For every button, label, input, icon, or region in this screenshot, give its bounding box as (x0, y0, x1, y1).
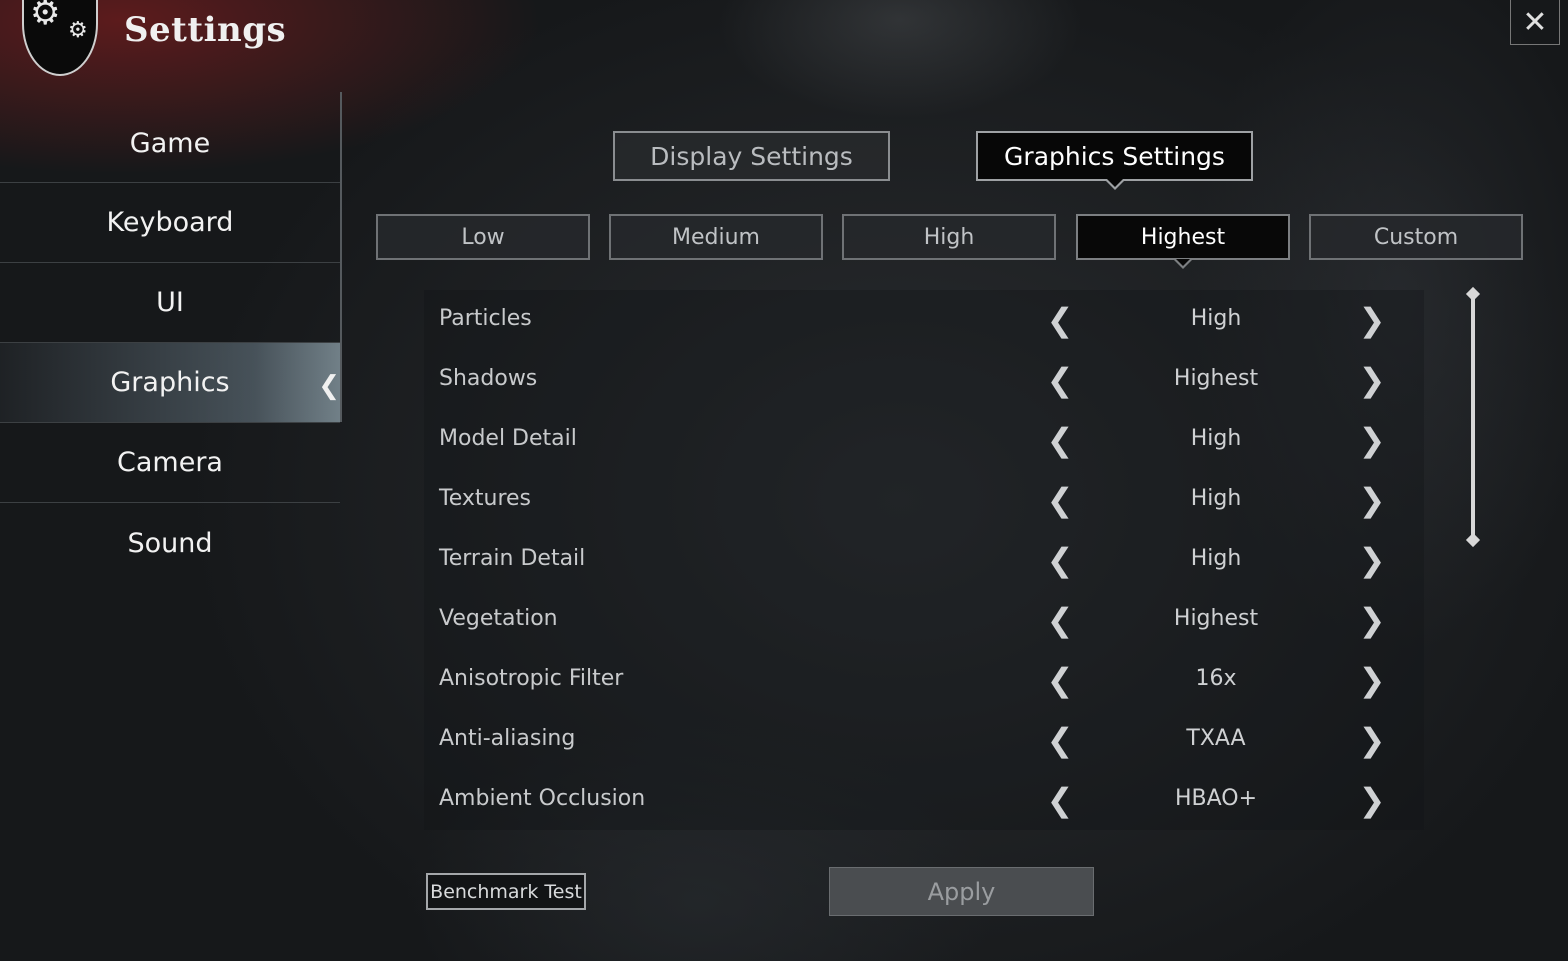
chevron-left-icon[interactable]: ❮ (1040, 600, 1080, 640)
setting-value: Highest (1173, 366, 1259, 391)
setting-row-anti-aliasing: Anti-aliasing ❮ TXAA ❯ (424, 710, 1424, 770)
setting-value: HBAO+ (1174, 786, 1258, 811)
setting-row-particles: Particles ❮ High ❯ (424, 290, 1424, 350)
chevron-right-icon[interactable]: ❯ (1352, 780, 1392, 820)
preset-low[interactable]: Low (376, 214, 590, 260)
setting-label: Textures (439, 486, 531, 511)
tab-graphics-settings[interactable]: Graphics Settings (976, 131, 1253, 190)
setting-value: 16x (1195, 666, 1237, 691)
sidebar: Game Keyboard UI Graphics ❮ Camera Sound (0, 105, 340, 583)
sidebar-item-game[interactable]: Game (0, 105, 340, 183)
gear-icon: ⚙ (30, 0, 61, 33)
sidebar-divider (340, 92, 342, 422)
setting-row-model-detail: Model Detail ❮ High ❯ (424, 410, 1424, 470)
button-label: Benchmark Test (430, 880, 582, 903)
setting-row-anisotropic-filter: Anisotropic Filter ❮ 16x ❯ (424, 650, 1424, 710)
setting-label: Terrain Detail (439, 546, 586, 571)
chevron-right-icon[interactable]: ❯ (1352, 480, 1392, 520)
close-icon: ✕ (1522, 4, 1548, 40)
setting-label: Anti-aliasing (439, 726, 576, 751)
setting-value: TXAA (1186, 726, 1246, 751)
chevron-left-icon[interactable]: ❮ (1040, 480, 1080, 520)
tab-display-settings[interactable]: Display Settings (613, 131, 890, 181)
setting-label: Shadows (439, 366, 538, 391)
setting-row-textures: Textures ❮ High ❯ (424, 470, 1424, 530)
chevron-left-icon[interactable]: ❮ (1040, 540, 1080, 580)
sidebar-item-graphics[interactable]: Graphics ❮ (0, 343, 340, 423)
preset-custom[interactable]: Custom (1309, 214, 1523, 260)
setting-label: Anisotropic Filter (439, 666, 624, 691)
chevron-right-icon[interactable]: ❯ (1352, 720, 1392, 760)
setting-label: Model Detail (439, 426, 577, 451)
chevron-right-icon[interactable]: ❯ (1352, 420, 1392, 460)
sidebar-item-label: Graphics (110, 367, 230, 398)
setting-label: Particles (439, 306, 532, 331)
close-button[interactable]: ✕ (1510, 0, 1560, 45)
preset-label: High (923, 224, 975, 250)
sidebar-item-label: Game (129, 128, 211, 159)
preset-high[interactable]: High (842, 214, 1056, 260)
chevron-right-icon[interactable]: ❯ (1352, 300, 1392, 340)
setting-value: Highest (1173, 606, 1259, 631)
chevron-left-icon[interactable]: ❮ (1040, 780, 1080, 820)
sidebar-item-keyboard[interactable]: Keyboard (0, 183, 340, 263)
graphics-settings-list: Particles ❮ High ❯ Shadows ❮ Highest ❯ M… (424, 290, 1424, 830)
preset-label: Low (461, 224, 505, 250)
tab-label: Graphics Settings (1004, 141, 1225, 171)
setting-value: High (1190, 426, 1242, 451)
chevron-left-icon[interactable]: ❮ (1040, 660, 1080, 700)
setting-value: High (1190, 546, 1242, 571)
preset-highest[interactable]: Highest (1076, 214, 1290, 269)
benchmark-test-button[interactable]: Benchmark Test (426, 873, 586, 910)
preset-label: Highest (1140, 224, 1226, 250)
setting-row-ambient-occlusion: Ambient Occlusion ❮ HBAO+ ❯ (424, 770, 1424, 830)
sidebar-item-label: Sound (127, 527, 213, 559)
setting-value: High (1190, 486, 1242, 511)
sidebar-item-camera[interactable]: Camera (0, 423, 340, 503)
setting-row-vegetation: Vegetation ❮ Highest ❯ (424, 590, 1424, 650)
page-title: Settings (124, 10, 287, 50)
preset-label: Custom (1373, 224, 1459, 250)
gear-icon: ⚙ (68, 18, 88, 43)
setting-label: Ambient Occlusion (439, 786, 646, 811)
sidebar-item-label: Camera (117, 447, 223, 478)
setting-row-shadows: Shadows ❮ Highest ❯ (424, 350, 1424, 410)
chevron-right-icon[interactable]: ❯ (1352, 540, 1392, 580)
chevron-right-icon[interactable]: ❯ (1352, 600, 1392, 640)
apply-button[interactable]: Apply (829, 867, 1094, 916)
chevron-left-icon[interactable]: ❮ (1040, 720, 1080, 760)
button-label: Apply (927, 877, 996, 906)
sidebar-item-sound[interactable]: Sound (0, 503, 340, 583)
chevron-right-icon[interactable]: ❯ (1352, 360, 1392, 400)
chevron-right-icon[interactable]: ❯ (1352, 660, 1392, 700)
setting-row-terrain-detail: Terrain Detail ❮ High ❯ (424, 530, 1424, 590)
tab-label: Display Settings (650, 141, 853, 171)
chevron-left-icon[interactable]: ❮ (1040, 300, 1080, 340)
chevron-left-icon: ❮ (318, 371, 340, 401)
scrollbar[interactable] (1471, 292, 1475, 542)
chevron-left-icon[interactable]: ❮ (1040, 360, 1080, 400)
chevron-left-icon[interactable]: ❮ (1040, 420, 1080, 460)
sidebar-item-label: Keyboard (106, 207, 234, 238)
setting-value: High (1190, 306, 1242, 331)
setting-label: Vegetation (439, 606, 558, 631)
sidebar-item-ui[interactable]: UI (0, 263, 340, 343)
settings-shield-logo: ⚙ ⚙ (22, 0, 98, 76)
preset-label: Medium (672, 224, 760, 250)
sidebar-item-label: UI (156, 287, 184, 318)
preset-medium[interactable]: Medium (609, 214, 823, 260)
header: ⚙ ⚙ Settings (0, 0, 700, 85)
